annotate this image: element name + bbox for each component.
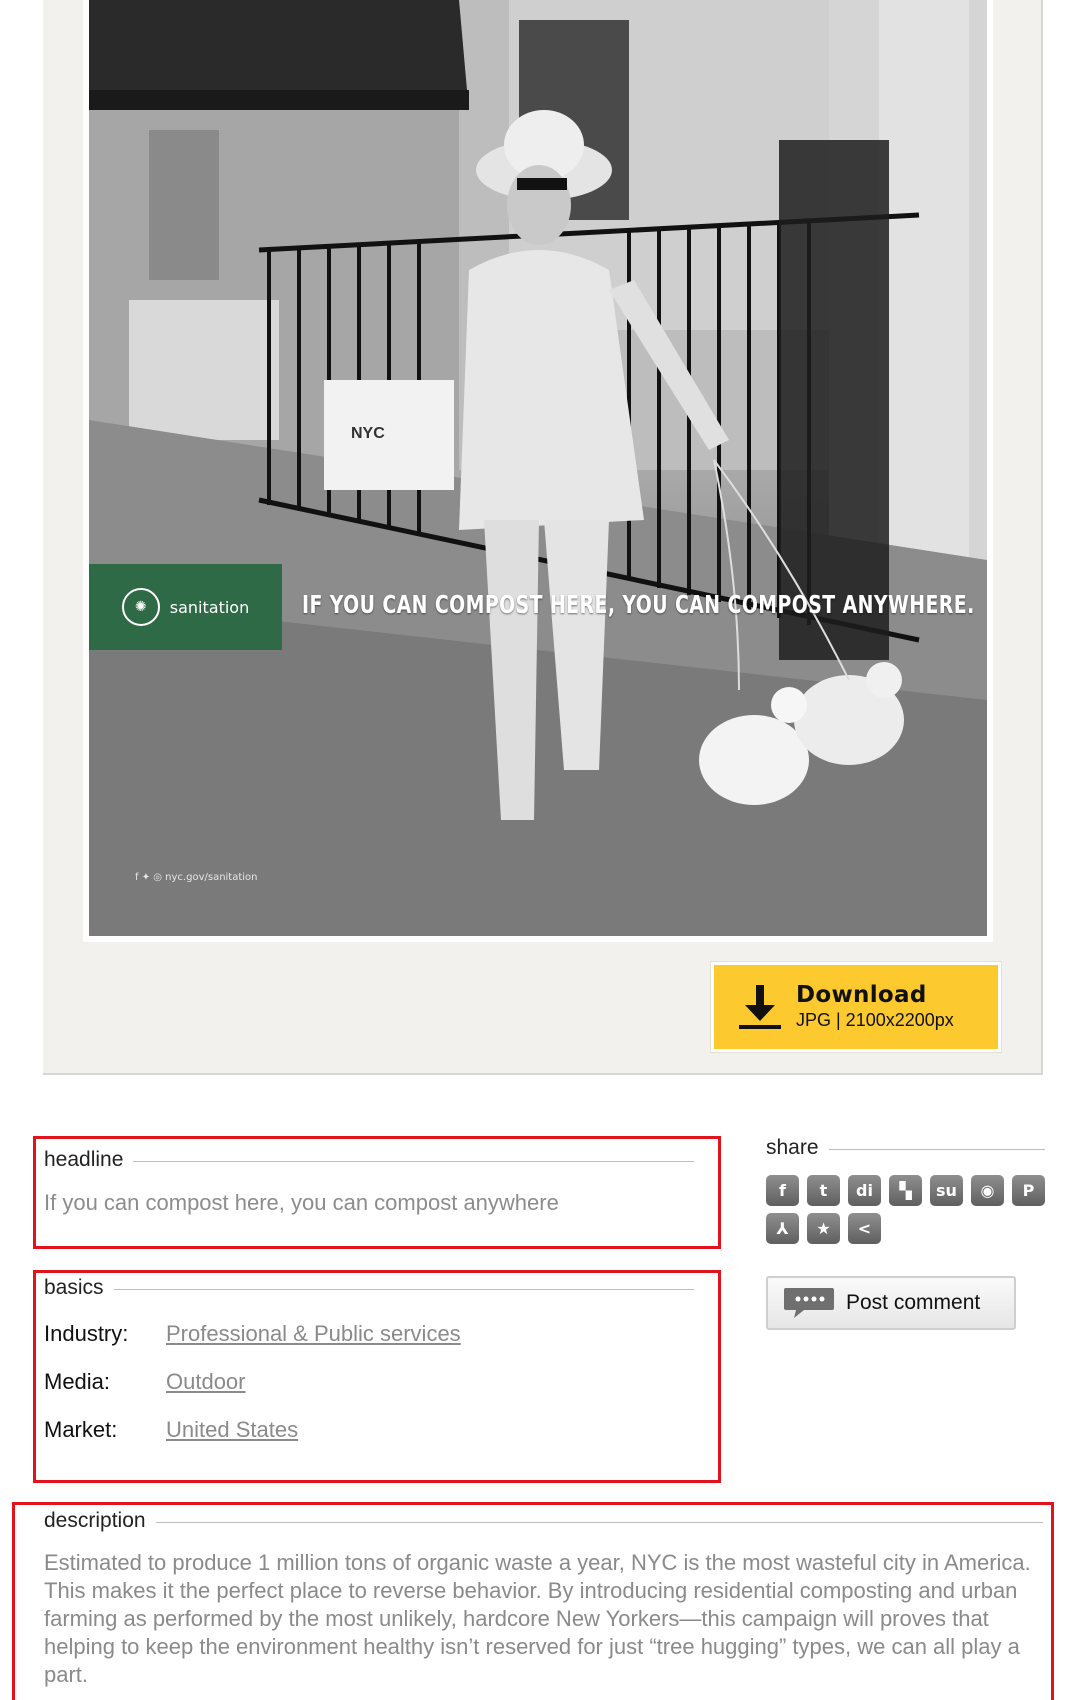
ad-photo-illustration: NYC xyxy=(89,0,987,936)
headline-legend: headline xyxy=(44,1148,124,1171)
basics-divider xyxy=(113,1289,694,1290)
media-label: Media: xyxy=(44,1369,111,1394)
post-comment-button[interactable]: Post comment xyxy=(766,1276,1016,1330)
share-icons-grid: f t di ▚ su ◉ P ⅄ ★ < xyxy=(766,1175,1045,1244)
market-label: Market: xyxy=(44,1417,118,1442)
digg-icon[interactable]: di xyxy=(848,1175,881,1206)
industry-label: Industry: xyxy=(44,1321,129,1346)
download-meta: JPG | 2100x2200px xyxy=(796,1010,954,1031)
pdf-icon[interactable]: ⅄ xyxy=(766,1213,799,1244)
media-link[interactable]: Outdoor xyxy=(166,1369,246,1395)
description-divider xyxy=(155,1522,1043,1523)
share-divider xyxy=(828,1149,1045,1150)
headline-divider xyxy=(133,1161,694,1162)
basics-legend: basics xyxy=(44,1276,104,1299)
sanitation-badge: ✺ sanitation xyxy=(89,564,282,650)
speech-bubble-icon xyxy=(784,1288,834,1318)
city-seal-icon: ✺ xyxy=(121,588,160,626)
headline-section: headline If you can compost here, you ca… xyxy=(33,1136,721,1249)
headline-text: If you can compost here, you can compost… xyxy=(44,1190,559,1215)
ad-footer-url: nyc.gov/sanitation xyxy=(165,872,258,883)
industry-link[interactable]: Professional & Public services xyxy=(166,1321,461,1347)
post-comment-label: Post comment xyxy=(846,1291,981,1314)
share-section: share f t di ▚ su ◉ P ⅄ ★ < Post comment xyxy=(766,1136,1045,1330)
ad-image-panel: NYC ✺ sanitation IF YOU CAN COMPOST HERE… xyxy=(43,0,1043,1075)
share-legend: share xyxy=(766,1136,819,1159)
description-text: Estimated to produce 1 million tons of o… xyxy=(44,1550,1031,1687)
favorite-icon[interactable]: ★ xyxy=(807,1213,840,1244)
weibo-icon[interactable]: ◉ xyxy=(971,1175,1004,1206)
ad-social-footer: f ✦ ◎ nyc.gov/sanitation xyxy=(135,872,258,883)
description-section: description Estimated to produce 1 milli… xyxy=(12,1502,1054,1700)
twitter-icon[interactable]: t xyxy=(807,1175,840,1206)
stumbleupon-icon[interactable]: su xyxy=(930,1175,963,1206)
facebook-icon[interactable]: f xyxy=(766,1175,799,1206)
description-legend: description xyxy=(44,1509,146,1532)
ad-image-frame: NYC ✺ sanitation IF YOU CAN COMPOST HERE… xyxy=(83,0,993,942)
ad-tagline: IF YOU CAN COMPOST HERE, YOU CAN COMPOST… xyxy=(302,590,975,619)
basics-row-market: Market: United States xyxy=(44,1416,694,1444)
basics-row-industry: Industry: Professional & Public services xyxy=(44,1320,694,1348)
sanitation-label: sanitation xyxy=(169,597,250,617)
delicious-icon[interactable]: ▚ xyxy=(889,1175,922,1206)
basics-row-media: Media: Outdoor xyxy=(44,1368,694,1396)
download-title: Download xyxy=(796,981,927,1008)
download-button[interactable]: Download JPG | 2100x2200px xyxy=(711,962,1001,1052)
pinterest-icon[interactable]: P xyxy=(1012,1175,1045,1206)
download-arrow-icon xyxy=(732,977,788,1037)
share-icon[interactable]: < xyxy=(848,1213,881,1244)
market-link[interactable]: United States xyxy=(166,1417,298,1443)
social-icons: f ✦ ◎ xyxy=(135,872,166,883)
ad-image: NYC ✺ sanitation IF YOU CAN COMPOST HERE… xyxy=(89,0,987,936)
basics-section: basics Industry: Professional & Public s… xyxy=(33,1270,721,1483)
svg-text:NYC: NYC xyxy=(351,425,385,442)
